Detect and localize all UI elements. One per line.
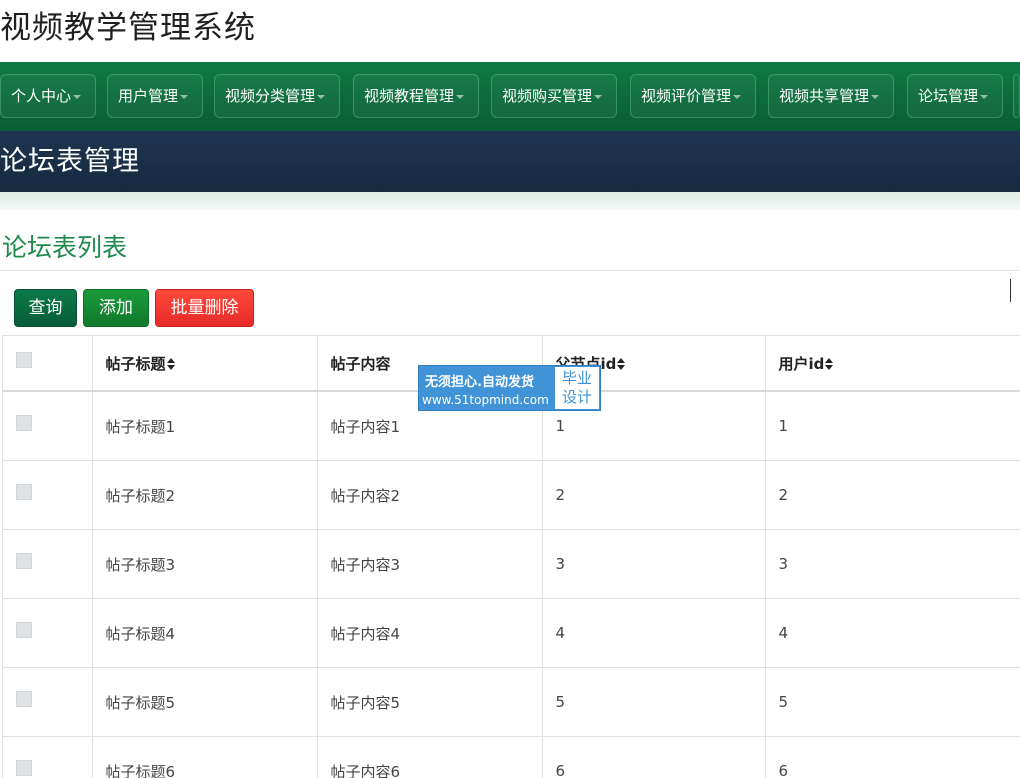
row-checkbox[interactable]	[16, 484, 32, 500]
user-id-cell: 4	[765, 599, 1020, 668]
row-select-cell	[3, 737, 92, 778]
table-row: 帖子标题2 帖子内容2 2 2	[3, 461, 1020, 530]
post-content-cell: 帖子内容5	[317, 668, 542, 737]
column-header-label: 用户id	[779, 355, 825, 373]
column-header-post-title[interactable]: 帖子标题	[92, 336, 317, 391]
table-row: 帖子标题3 帖子内容3 3 3	[3, 530, 1020, 599]
post-title-cell: 帖子标题2	[92, 461, 317, 530]
chevron-down-icon	[594, 95, 602, 99]
nav-item-video-purchase-management[interactable]: 视频购买管理	[491, 74, 617, 118]
watermark-badge: 毕业设计	[555, 367, 599, 409]
nav-item-label: 视频教程管理	[364, 87, 454, 105]
nav-item-personal-center[interactable]: 个人中心	[0, 74, 96, 118]
batch-delete-button[interactable]: 批量删除	[155, 289, 254, 327]
parent-id-cell: 4	[542, 599, 765, 668]
add-button[interactable]: 添加	[83, 289, 149, 327]
post-content-cell: 帖子内容6	[317, 737, 542, 778]
post-title-cell: 帖子标题3	[92, 530, 317, 599]
top-navbar: 个人中心 用户管理 视频分类管理 视频教程管理 视频购买管理 视频评价管理 视频…	[0, 62, 1020, 131]
select-all-cell	[3, 336, 92, 391]
chevron-down-icon	[456, 95, 464, 99]
user-id-cell: 2	[765, 461, 1020, 530]
row-select-cell	[3, 461, 92, 530]
row-select-cell	[3, 530, 92, 599]
nav-item-label: 视频购买管理	[502, 87, 592, 105]
post-title-cell: 帖子标题5	[92, 668, 317, 737]
nav-item-label: 视频分类管理	[225, 87, 315, 105]
watermark-slogan: 无须担心.自动发货	[425, 371, 534, 390]
app-title: 视频教学管理系统	[0, 6, 256, 50]
user-id-cell: 3	[765, 530, 1020, 599]
user-id-cell: 6	[765, 737, 1020, 778]
watermark-url: www.51topmind.com	[422, 393, 549, 407]
parent-id-cell: 6	[542, 737, 765, 778]
chevron-down-icon	[73, 95, 81, 99]
select-all-checkbox[interactable]	[16, 352, 32, 368]
post-content-cell: 帖子内容2	[317, 461, 542, 530]
section-title: 论坛表列表	[2, 228, 127, 268]
row-checkbox[interactable]	[16, 760, 32, 776]
chevron-down-icon	[317, 95, 325, 99]
parent-id-cell: 3	[542, 530, 765, 599]
user-id-cell: 5	[765, 668, 1020, 737]
table-row: 帖子标题5 帖子内容5 5 5	[3, 668, 1020, 737]
nav-item-forum-management[interactable]: 论坛管理	[907, 74, 1003, 118]
post-title-cell: 帖子标题6	[92, 737, 317, 778]
column-header-label: 帖子标题	[106, 355, 166, 373]
row-checkbox[interactable]	[16, 691, 32, 707]
page-title: 论坛表管理	[0, 131, 140, 192]
nav-item-label: 用户管理	[118, 87, 178, 105]
column-header-user-id[interactable]: 用户id	[765, 336, 1020, 391]
nav-item-label: 论坛管理	[918, 87, 978, 105]
row-select-cell	[3, 391, 92, 461]
chevron-down-icon	[871, 95, 879, 99]
nav-item-video-sharing-management[interactable]: 视频共享管理	[768, 74, 894, 118]
column-header-label: 帖子内容	[331, 355, 391, 373]
user-id-cell: 1	[765, 391, 1020, 461]
mouse-cursor-icon	[1010, 279, 1020, 302]
post-title-cell: 帖子标题1	[92, 391, 317, 461]
nav-item-label: 个人中心	[11, 87, 71, 105]
row-select-cell	[3, 599, 92, 668]
row-select-cell	[3, 668, 92, 737]
sort-icon[interactable]	[167, 357, 176, 371]
row-checkbox[interactable]	[16, 415, 32, 431]
nav-item-overflow[interactable]	[1013, 74, 1020, 118]
table-row: 帖子标题6 帖子内容6 6 6	[3, 737, 1020, 778]
post-content-cell: 帖子内容4	[317, 599, 542, 668]
post-content-cell: 帖子内容3	[317, 530, 542, 599]
sort-icon[interactable]	[825, 357, 834, 371]
chevron-down-icon	[180, 95, 188, 99]
page-header: 论坛表管理	[0, 131, 1020, 192]
header-divider	[0, 192, 1020, 210]
chevron-down-icon	[733, 95, 741, 99]
section-divider	[0, 270, 1020, 271]
nav-item-video-tutorial-management[interactable]: 视频教程管理	[353, 74, 479, 118]
nav-item-video-category-management[interactable]: 视频分类管理	[214, 74, 340, 118]
chevron-down-icon	[980, 95, 988, 99]
post-title-cell: 帖子标题4	[92, 599, 317, 668]
table-row: 帖子标题4 帖子内容4 4 4	[3, 599, 1020, 668]
sort-icon[interactable]	[617, 357, 626, 371]
nav-item-label: 视频共享管理	[779, 87, 869, 105]
nav-item-label: 视频评价管理	[641, 87, 731, 105]
nav-item-user-management[interactable]: 用户管理	[107, 74, 203, 118]
nav-item-video-review-management[interactable]: 视频评价管理	[630, 74, 756, 118]
watermark-banner: 无须担心.自动发货 www.51topmind.com 毕业设计	[418, 365, 601, 411]
parent-id-cell: 2	[542, 461, 765, 530]
query-button[interactable]: 查询	[14, 289, 77, 327]
row-checkbox[interactable]	[16, 622, 32, 638]
row-checkbox[interactable]	[16, 553, 32, 569]
parent-id-cell: 5	[542, 668, 765, 737]
